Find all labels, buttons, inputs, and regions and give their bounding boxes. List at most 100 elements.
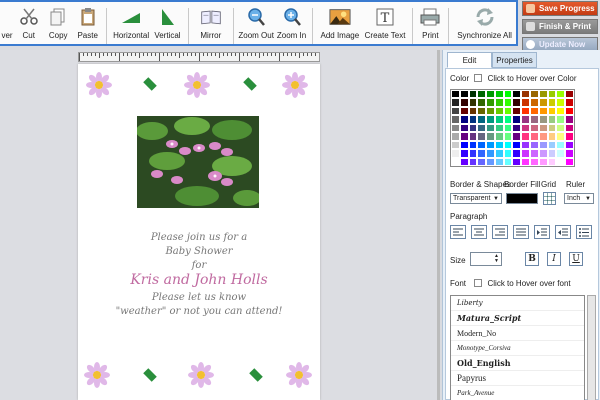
color-swatch[interactable] <box>530 157 539 166</box>
color-swatch[interactable] <box>538 98 548 107</box>
color-swatch[interactable] <box>565 157 574 166</box>
color-swatch[interactable] <box>486 98 495 107</box>
color-swatch[interactable] <box>503 149 513 158</box>
color-swatch[interactable] <box>459 132 469 141</box>
color-swatch[interactable] <box>503 132 513 141</box>
color-swatch[interactable] <box>547 140 557 150</box>
color-swatch[interactable] <box>486 140 495 150</box>
color-swatch[interactable] <box>512 90 522 99</box>
indent-button[interactable] <box>534 225 550 239</box>
color-swatch[interactable] <box>459 140 469 150</box>
finish-print-button[interactable]: Finish & Print <box>522 19 598 34</box>
color-swatch[interactable] <box>451 115 460 124</box>
color-swatch[interactable] <box>494 90 504 99</box>
color-swatch[interactable] <box>530 140 539 150</box>
font-list-scrollbar[interactable] <box>587 295 596 400</box>
align-right-button[interactable] <box>492 225 508 239</box>
color-hover-checkbox[interactable] <box>474 74 483 82</box>
color-swatch[interactable] <box>468 98 478 107</box>
color-palette[interactable] <box>450 89 575 167</box>
color-swatch[interactable] <box>547 157 557 166</box>
tab-edit[interactable]: Edit <box>447 52 492 68</box>
color-swatch[interactable] <box>538 157 548 166</box>
justify-button[interactable] <box>513 225 529 239</box>
add-image-button[interactable]: Add Image <box>317 6 362 46</box>
color-swatch[interactable] <box>565 90 574 99</box>
color-swatch[interactable] <box>494 115 504 124</box>
color-swatch[interactable] <box>468 140 478 150</box>
font-item[interactable]: Monotype_Corsiva <box>451 341 584 356</box>
color-swatch[interactable] <box>565 132 574 141</box>
color-swatch[interactable] <box>565 123 574 133</box>
color-swatch[interactable] <box>459 90 469 99</box>
color-swatch[interactable] <box>477 149 487 158</box>
font-list[interactable]: Liberty Matura_Script Modern_No Monotype… <box>450 295 585 400</box>
color-swatch[interactable] <box>512 132 522 141</box>
color-swatch[interactable] <box>538 106 548 116</box>
cut-button[interactable]: Cut <box>14 6 43 46</box>
color-swatch[interactable] <box>503 140 513 150</box>
invite-line-1[interactable]: Please join us for a <box>98 232 300 243</box>
font-item[interactable]: Modern_No <box>451 326 584 341</box>
color-swatch[interactable] <box>503 123 513 133</box>
align-center-button[interactable] <box>471 225 487 239</box>
color-swatch[interactable] <box>459 106 469 116</box>
synchronize-all-button[interactable]: Synchronize All <box>453 6 516 46</box>
color-swatch[interactable] <box>503 115 513 124</box>
color-swatch[interactable] <box>451 157 460 166</box>
color-swatch[interactable] <box>468 123 478 133</box>
color-swatch[interactable] <box>486 90 495 99</box>
color-swatch[interactable] <box>556 115 566 124</box>
create-text-button[interactable]: T Create Text <box>362 6 407 46</box>
font-hover-checkbox[interactable] <box>474 279 483 287</box>
color-swatch[interactable] <box>521 106 531 116</box>
font-item[interactable]: Park_Avenue <box>451 386 584 400</box>
horizontal-button[interactable]: Horizontal <box>111 6 150 46</box>
save-progress-button[interactable]: Save Progress <box>522 1 598 16</box>
color-swatch[interactable] <box>477 123 487 133</box>
water-lily-photo[interactable] <box>137 116 259 208</box>
color-swatch[interactable] <box>547 115 557 124</box>
color-swatch[interactable] <box>486 123 495 133</box>
color-swatch[interactable] <box>556 123 566 133</box>
color-swatch[interactable] <box>530 149 539 158</box>
color-swatch[interactable] <box>459 123 469 133</box>
color-swatch[interactable] <box>547 106 557 116</box>
color-swatch[interactable] <box>486 106 495 116</box>
outdent-button[interactable] <box>555 225 571 239</box>
color-swatch[interactable] <box>494 157 504 166</box>
color-swatch[interactable] <box>459 157 469 166</box>
color-swatch[interactable] <box>530 123 539 133</box>
canvas-scrollbar[interactable] <box>437 50 440 400</box>
color-swatch[interactable] <box>451 90 460 99</box>
color-swatch[interactable] <box>521 132 531 141</box>
color-swatch[interactable] <box>538 115 548 124</box>
color-swatch[interactable] <box>556 132 566 141</box>
color-swatch[interactable] <box>503 90 513 99</box>
color-swatch[interactable] <box>451 123 460 133</box>
color-swatch[interactable] <box>459 98 469 107</box>
invite-names[interactable]: Kris and John Holls <box>98 272 300 288</box>
color-swatch[interactable] <box>521 157 531 166</box>
color-swatch[interactable] <box>547 123 557 133</box>
color-swatch[interactable] <box>512 115 522 124</box>
color-swatch[interactable] <box>451 132 460 141</box>
color-swatch[interactable] <box>459 149 469 158</box>
grid-icon[interactable] <box>543 192 556 205</box>
color-swatch[interactable] <box>556 140 566 150</box>
color-swatch[interactable] <box>486 157 495 166</box>
color-swatch[interactable] <box>538 123 548 133</box>
vertical-button[interactable]: Vertical <box>151 6 184 46</box>
color-swatch[interactable] <box>530 115 539 124</box>
color-swatch[interactable] <box>477 132 487 141</box>
color-swatch[interactable] <box>521 149 531 158</box>
invite-line-5[interactable]: Please let us know <box>98 292 300 303</box>
color-swatch[interactable] <box>477 98 487 107</box>
font-item[interactable]: Old_English <box>451 356 584 371</box>
color-swatch[interactable] <box>494 123 504 133</box>
color-swatch[interactable] <box>547 98 557 107</box>
color-swatch[interactable] <box>547 132 557 141</box>
italic-button[interactable]: I <box>547 252 561 266</box>
invite-line-3[interactable]: for <box>98 260 300 271</box>
color-swatch[interactable] <box>512 106 522 116</box>
